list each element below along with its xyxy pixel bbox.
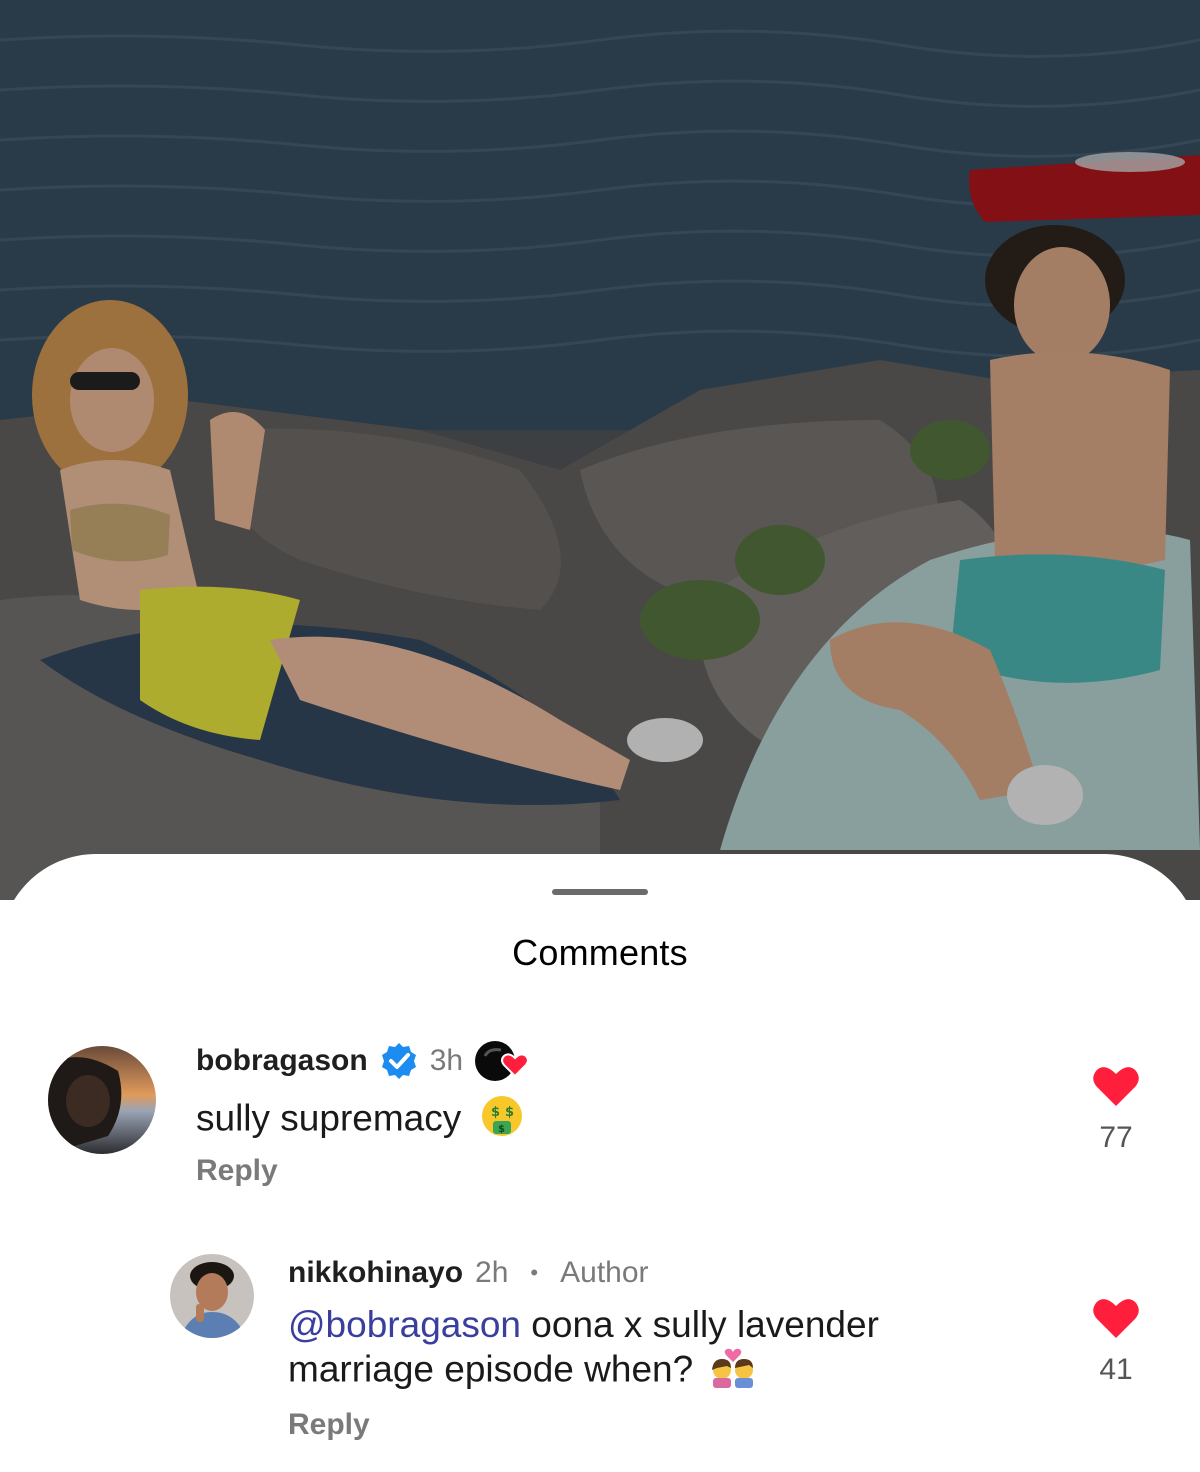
reply-button[interactable]: Reply <box>288 1408 370 1442</box>
comments-sheet: Comments bobragason 3h sully supremacy $… <box>0 854 1200 1472</box>
comment-text-line2: marriage episode when? <box>288 1348 694 1390</box>
like-count: 41 <box>1099 1353 1133 1386</box>
comment-text-line1: oona x sully lavender <box>521 1304 879 1345</box>
reply-button[interactable]: Reply <box>196 1154 278 1188</box>
comment-username[interactable]: nikkohinayo <box>288 1256 463 1290</box>
like-button[interactable]: 41 <box>1086 1296 1146 1387</box>
comment-item: bobragason 3h sully supremacy $ $ $ Repl… <box>0 1034 1200 1214</box>
author-liked-heart-icon <box>475 1038 531 1084</box>
comment-meta: nikkohinayo 2h • Author <box>288 1250 649 1296</box>
svg-text:$: $ <box>505 1105 514 1120</box>
kiss-couple-emoji-icon <box>709 1346 757 1397</box>
verified-badge-icon <box>380 1042 418 1080</box>
svg-text:$: $ <box>498 1124 505 1135</box>
like-button[interactable]: 77 <box>1086 1064 1146 1155</box>
money-mouth-face-emoji-icon: $ $ $ <box>480 1094 524 1147</box>
sheet-title: Comments <box>512 932 688 973</box>
author-label: Author <box>560 1256 649 1289</box>
avatar[interactable] <box>170 1254 254 1338</box>
comment-text: sully supremacy $ $ $ <box>196 1094 524 1147</box>
comment-time: 3h <box>429 1044 464 1077</box>
comment-meta: bobragason 3h <box>196 1038 531 1084</box>
avatar[interactable] <box>48 1046 156 1154</box>
svg-text:$: $ <box>491 1105 500 1120</box>
comment-username[interactable]: bobragason <box>196 1044 368 1078</box>
comment-text: @bobragason oona x sully lavender marria… <box>288 1304 1008 1397</box>
separator-dot: • <box>530 1260 539 1285</box>
heart-filled-icon <box>1093 1299 1139 1338</box>
heart-filled-icon <box>1093 1067 1139 1106</box>
comment-reply-item: nikkohinayo 2h • Author @bobragason oona… <box>0 1250 1200 1460</box>
mention-link[interactable]: @bobragason <box>288 1304 521 1345</box>
like-count: 77 <box>1099 1121 1133 1154</box>
comment-text-body: sully supremacy <box>196 1097 462 1139</box>
photo-dim-overlay <box>0 0 1200 900</box>
sheet-drag-handle[interactable] <box>552 889 648 895</box>
comment-time: 2h <box>475 1256 509 1289</box>
